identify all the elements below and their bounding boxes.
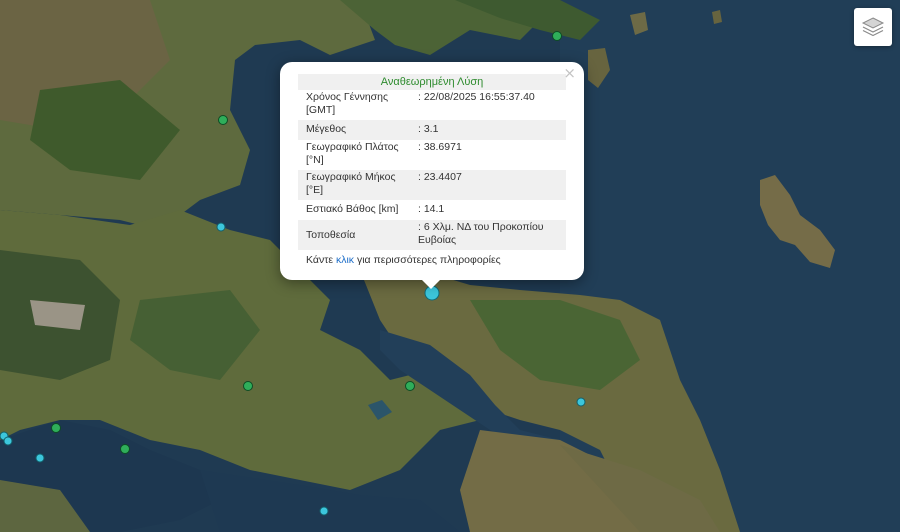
more-info-suffix: για περισσότερες πληροφορίες	[354, 254, 501, 266]
longitude-value: : 23.4407	[410, 170, 566, 200]
location-value: : 6 Χλμ. ΝΔ του Προκοπίου Ευβοίας	[410, 220, 566, 250]
popup-close-button[interactable]: ×	[563, 65, 576, 81]
latitude-value: : 38.6971	[418, 141, 462, 153]
earthquake-details-table: Χρόνος Γέννησης [GMT] : 22/08/2025 16:55…	[298, 90, 566, 250]
earthquake-marker[interactable]	[218, 115, 228, 125]
depth-value: : 14.1	[418, 203, 445, 215]
table-row: Εστιακό Βάθος [km] : 14.1	[298, 200, 566, 220]
earthquake-marker[interactable]	[120, 444, 130, 454]
location-label: Τοποθεσία	[298, 220, 410, 250]
time-value: : 22/08/2025 16:55:37.40	[418, 91, 535, 103]
more-info-link[interactable]: κλικ	[336, 254, 354, 266]
earthquake-marker[interactable]	[3, 436, 13, 446]
table-row: Χρόνος Γέννησης [GMT] : 22/08/2025 16:55…	[298, 90, 566, 120]
latitude-label: Γεωγραφικό Πλάτος [°N]	[306, 141, 399, 166]
earthquake-marker[interactable]	[216, 222, 226, 232]
time-label: Χρόνος Γέννησης [GMT]	[306, 91, 389, 116]
satellite-map[interactable]: × Αναθεωρημένη Λύση Χρόνος Γέννησης [GMT…	[0, 0, 900, 532]
layers-control-button[interactable]	[854, 8, 892, 46]
table-row: Γεωγραφικό Μήκος [°E] : 23.4407	[298, 170, 566, 200]
magnitude-value: : 3.1	[410, 120, 566, 140]
earthquake-marker[interactable]	[576, 397, 586, 407]
earthquake-info-popup: × Αναθεωρημένη Λύση Χρόνος Γέννησης [GMT…	[280, 62, 584, 289]
table-row: Γεωγραφικό Πλάτος [°N] : 38.6971	[298, 140, 566, 170]
table-row: Μέγεθος : 3.1	[298, 120, 566, 140]
popup-title: Αναθεωρημένη Λύση	[298, 74, 566, 90]
popup-tip	[421, 279, 441, 289]
table-row: Τοποθεσία : 6 Χλμ. ΝΔ του Προκοπίου Ευβο…	[298, 220, 566, 250]
longitude-label: Γεωγραφικό Μήκος [°E]	[298, 170, 410, 200]
earthquake-marker[interactable]	[35, 453, 45, 463]
earthquake-marker[interactable]	[552, 31, 562, 41]
more-info-prefix: Κάντε	[306, 254, 336, 266]
earthquake-marker[interactable]	[405, 381, 415, 391]
depth-label: Εστιακό Βάθος [km]	[306, 203, 399, 215]
earthquake-marker[interactable]	[243, 381, 253, 391]
earthquake-marker[interactable]	[319, 506, 329, 516]
more-info-text: Κάντε κλικ για περισσότερες πληροφορίες	[298, 250, 566, 266]
magnitude-label: Μέγεθος	[298, 120, 410, 140]
layers-icon	[861, 17, 885, 37]
earthquake-marker[interactable]	[51, 423, 61, 433]
